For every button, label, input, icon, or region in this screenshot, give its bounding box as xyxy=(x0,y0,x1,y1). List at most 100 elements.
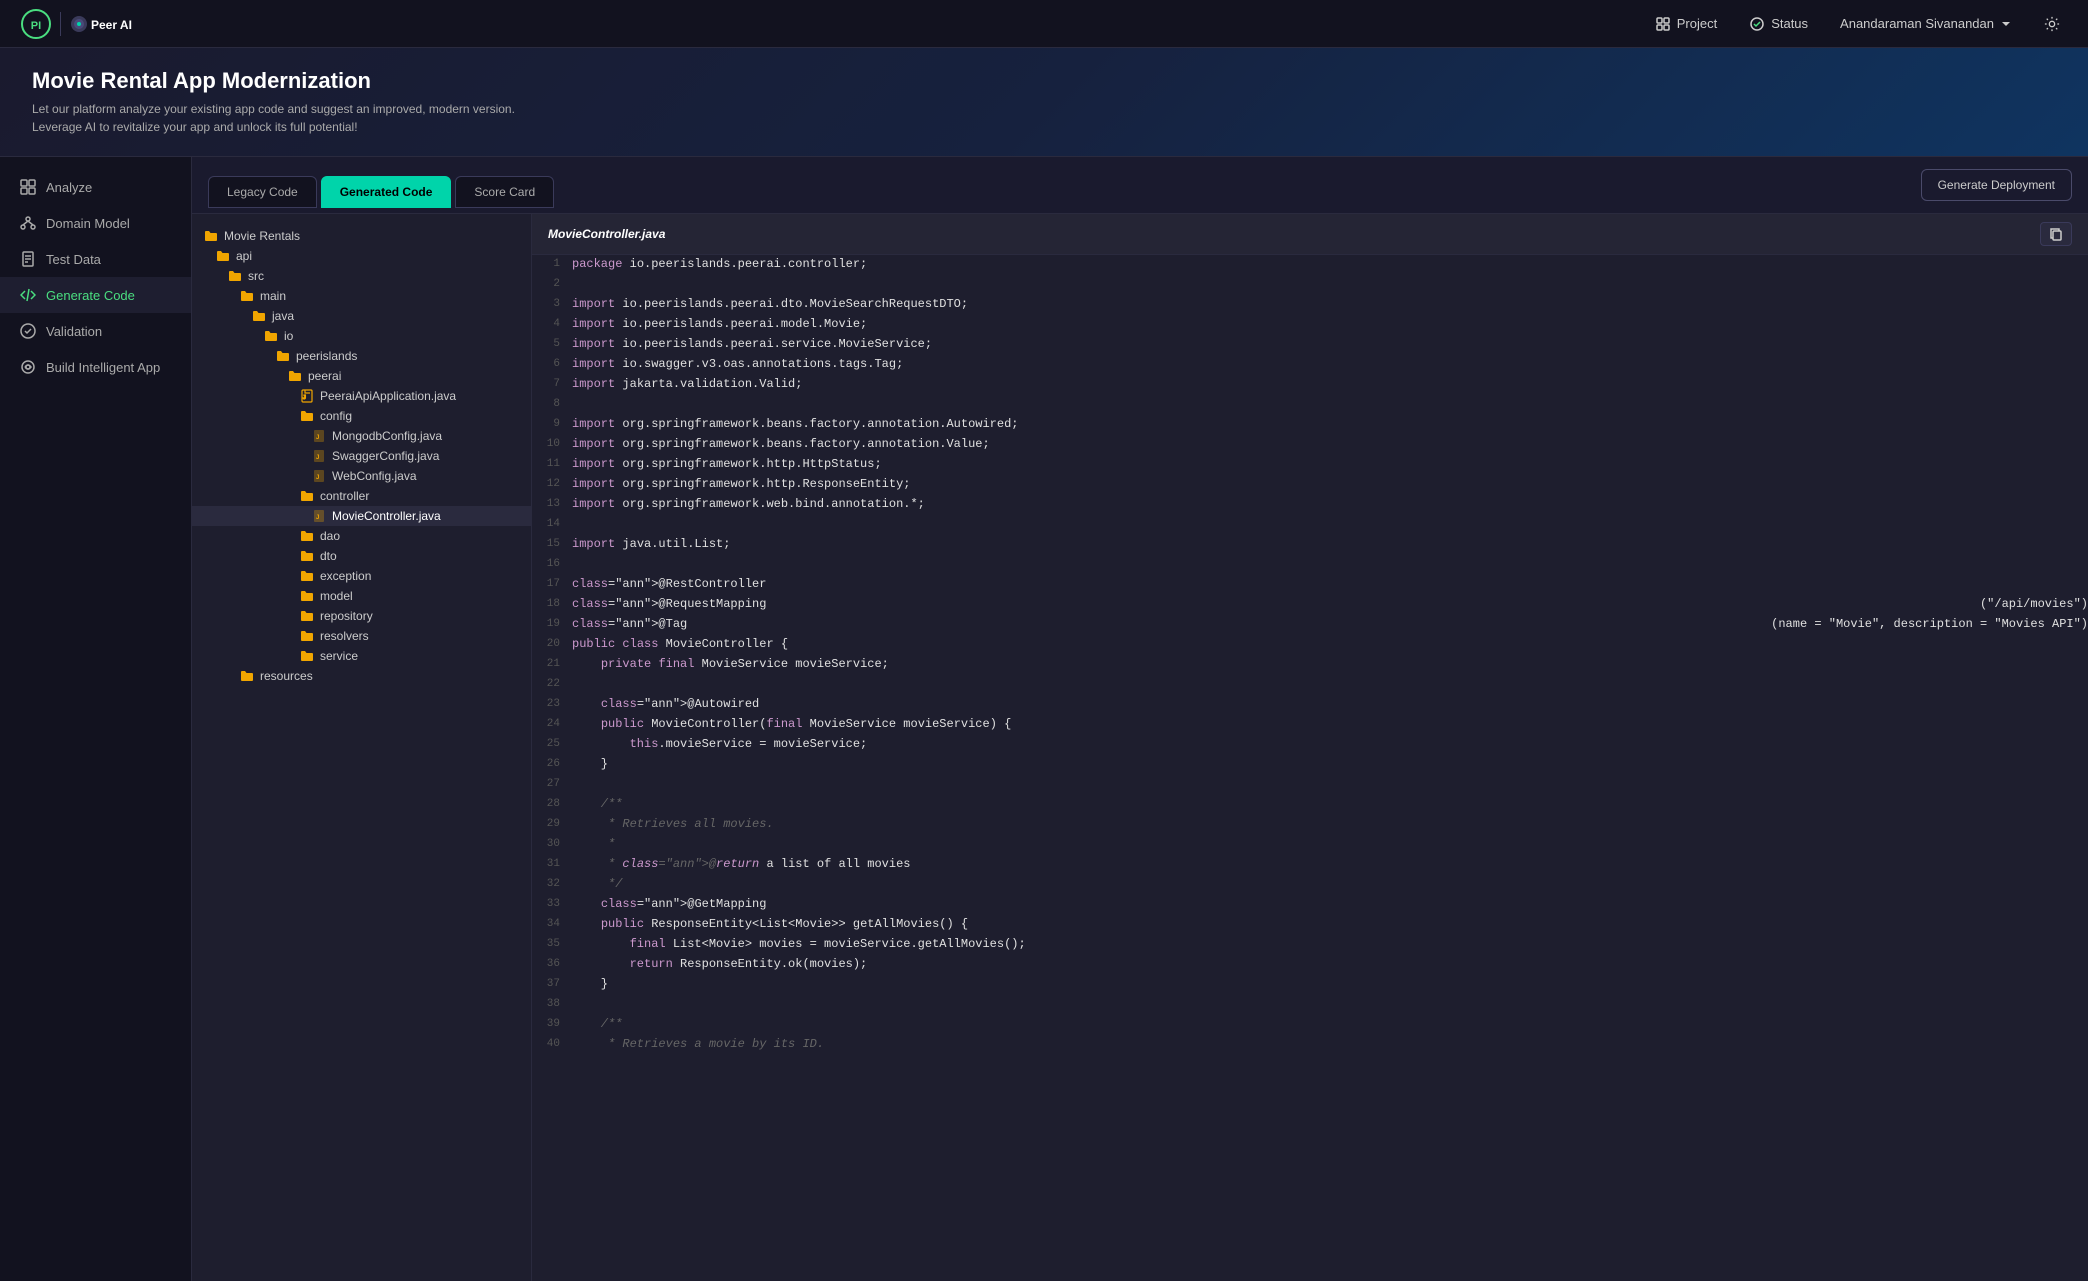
split-pane: Movie Rentals api src xyxy=(192,214,2088,1281)
code-line: 11import org.springframework.http.HttpSt… xyxy=(532,455,2088,475)
tree-item-dto[interactable]: dto xyxy=(192,546,531,566)
sidebar-item-label: Build Intelligent App xyxy=(46,360,160,375)
tree-item-exception[interactable]: exception xyxy=(192,566,531,586)
tree-item-resolvers[interactable]: resolvers xyxy=(192,626,531,646)
code-line: 1package io.peerislands.peerai.controlle… xyxy=(532,255,2088,275)
settings-icon xyxy=(2044,16,2060,32)
svg-text:J: J xyxy=(316,475,319,481)
java-file-icon: J xyxy=(312,449,326,463)
hero-banner: Movie Rental App Modernization Let our p… xyxy=(0,48,2088,157)
code-line: 2 xyxy=(532,275,2088,295)
tree-item-api[interactable]: api xyxy=(192,246,531,266)
folder-icon xyxy=(288,369,302,383)
java-file-icon: J xyxy=(312,429,326,443)
user-menu[interactable]: Anandaraman Sivanandan xyxy=(1832,12,2020,35)
sidebar-item-analyze[interactable]: Analyze xyxy=(0,169,191,205)
tree-item-movie-controller[interactable]: J MovieController.java xyxy=(192,506,531,526)
tab-legacy-code[interactable]: Legacy Code xyxy=(208,176,317,208)
code-line: 37 } xyxy=(532,975,2088,995)
settings-nav-item[interactable] xyxy=(2036,12,2068,36)
tree-item-peerislands[interactable]: peerislands xyxy=(192,346,531,366)
code-line: 14 xyxy=(532,515,2088,535)
tab-score-card[interactable]: Score Card xyxy=(455,176,554,208)
tree-item-java[interactable]: java xyxy=(192,306,531,326)
tree-item-peerai[interactable]: peerai xyxy=(192,366,531,386)
sidebar-item-build-intelligent-app[interactable]: Build Intelligent App xyxy=(0,349,191,385)
tree-item-main[interactable]: main xyxy=(192,286,531,306)
copy-button[interactable] xyxy=(2040,222,2072,246)
code-line: 16 xyxy=(532,555,2088,575)
folder-icon xyxy=(300,569,314,583)
tree-item-movie-rentals[interactable]: Movie Rentals xyxy=(192,226,531,246)
folder-icon xyxy=(300,549,314,563)
sidebar-item-generate-code[interactable]: Generate Code xyxy=(0,277,191,313)
main-layout: Analyze Domain Model Test Data xyxy=(0,157,2088,1281)
brand-divider xyxy=(60,12,61,36)
java-file-icon: J xyxy=(312,509,326,523)
generate-deployment-button[interactable]: Generate Deployment xyxy=(1921,169,2072,201)
tree-item-src[interactable]: src xyxy=(192,266,531,286)
tree-item-resources[interactable]: resources xyxy=(192,666,531,686)
file-tree: Movie Rentals api src xyxy=(192,214,532,1281)
sidebar-item-test-data[interactable]: Test Data xyxy=(0,241,191,277)
tree-item-peerai-api-application[interactable]: J PeeraiApiApplication.java xyxy=(192,386,531,406)
code-line: 27 xyxy=(532,775,2088,795)
sidebar-item-domain-model[interactable]: Domain Model xyxy=(0,205,191,241)
topnav: PI Peer AI Project Status Anandaraman Si… xyxy=(0,0,2088,48)
sidebar: Analyze Domain Model Test Data xyxy=(0,157,192,1281)
tree-item-service[interactable]: service xyxy=(192,646,531,666)
code-line: 12import org.springframework.http.Respon… xyxy=(532,475,2088,495)
tree-item-dao[interactable]: dao xyxy=(192,526,531,546)
tree-item-model[interactable]: model xyxy=(192,586,531,606)
hero-description-2: Leverage AI to revitalize your app and u… xyxy=(32,118,2056,136)
code-line: 24 public MovieController(final MovieSer… xyxy=(532,715,2088,735)
page-title: Movie Rental App Modernization xyxy=(32,68,2056,94)
code-panel: MovieController.java 1package io.peerisl… xyxy=(532,214,2088,1281)
code-line: 17class="ann">@RestController xyxy=(532,575,2088,595)
peerai-logo-icon: Peer AI xyxy=(69,12,149,36)
folder-icon xyxy=(204,229,218,243)
folder-icon xyxy=(300,409,314,423)
folder-icon xyxy=(240,669,254,683)
tree-item-config-folder[interactable]: config xyxy=(192,406,531,426)
java-file-icon: J xyxy=(300,389,314,403)
folder-icon xyxy=(300,529,314,543)
code-line: 38 xyxy=(532,995,2088,1015)
code-icon xyxy=(20,287,36,303)
code-line: 34 public ResponseEntity<List<Movie>> ge… xyxy=(532,915,2088,935)
tree-item-io[interactable]: io xyxy=(192,326,531,346)
tree-item-web-config[interactable]: J WebConfig.java xyxy=(192,466,531,486)
status-icon xyxy=(1749,16,1765,32)
project-nav-item[interactable]: Project xyxy=(1647,12,1725,36)
code-line: 18class="ann">@RequestMapping("/api/movi… xyxy=(532,595,2088,615)
tree-item-controller-folder[interactable]: controller xyxy=(192,486,531,506)
hero-description-1: Let our platform analyze your existing a… xyxy=(32,100,2056,118)
tree-item-mongodb-config[interactable]: J MongodbConfig.java xyxy=(192,426,531,446)
status-nav-item[interactable]: Status xyxy=(1741,12,1816,36)
code-line: 7import jakarta.validation.Valid; xyxy=(532,375,2088,395)
chevron-down-icon xyxy=(2000,18,2012,30)
code-content[interactable]: 1package io.peerislands.peerai.controlle… xyxy=(532,255,2088,1281)
code-line: 36 return ResponseEntity.ok(movies); xyxy=(532,955,2088,975)
code-line: 28 /** xyxy=(532,795,2088,815)
code-line: 20public class MovieController { xyxy=(532,635,2088,655)
code-line: 32 */ xyxy=(532,875,2088,895)
status-label: Status xyxy=(1771,16,1808,31)
code-line: 15import java.util.List; xyxy=(532,535,2088,555)
svg-text:Peer AI: Peer AI xyxy=(91,18,132,32)
code-line: 35 final List<Movie> movies = movieServi… xyxy=(532,935,2088,955)
tree-item-swagger-config[interactable]: J SwaggerConfig.java xyxy=(192,446,531,466)
sidebar-item-validation[interactable]: Validation xyxy=(0,313,191,349)
tab-generated-code[interactable]: Generated Code xyxy=(321,176,452,208)
code-line: 26 } xyxy=(532,755,2088,775)
brand: PI Peer AI xyxy=(20,8,149,40)
folder-icon xyxy=(276,349,290,363)
content-area: Legacy Code Generated Code Score Card Ge… xyxy=(192,157,2088,1281)
check-circle-icon xyxy=(20,323,36,339)
peerislands-logo-icon: PI xyxy=(20,8,52,40)
code-line: 39 /** xyxy=(532,1015,2088,1035)
code-line: 8 xyxy=(532,395,2088,415)
sidebar-item-label: Domain Model xyxy=(46,216,130,231)
tree-item-repository[interactable]: repository xyxy=(192,606,531,626)
tabs-bar: Legacy Code Generated Code Score Card Ge… xyxy=(192,157,2088,214)
